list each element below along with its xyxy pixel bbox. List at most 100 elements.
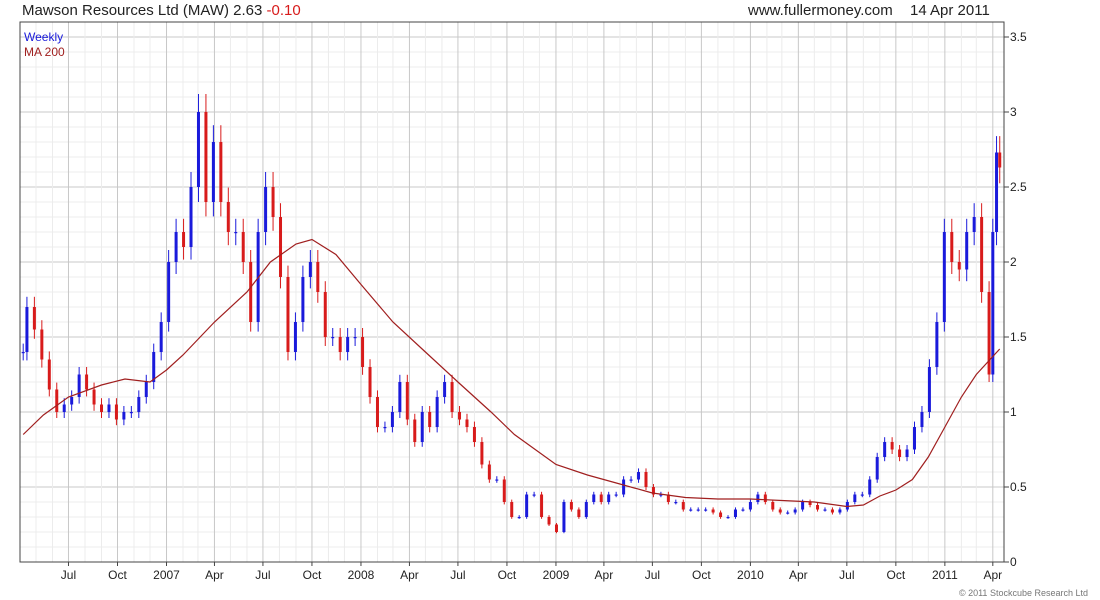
price-bar: [167, 262, 171, 322]
x-tick-label: Oct: [887, 568, 906, 582]
price-bar: [778, 509, 782, 513]
price-bar: [144, 382, 148, 397]
x-tick-label: 2011: [932, 568, 958, 582]
price-bar: [771, 502, 775, 510]
y-tick-label: 0: [1010, 555, 1017, 569]
price-bar: [55, 389, 59, 412]
price-bar: [21, 352, 25, 354]
price-bar: [450, 382, 454, 412]
price-bar: [196, 112, 200, 187]
price-bar: [189, 187, 193, 247]
price-bar: [174, 232, 178, 262]
price-bar: [368, 367, 372, 397]
price-bar: [584, 502, 588, 517]
price-bar: [301, 277, 305, 322]
price-bar: [719, 512, 723, 517]
price-bar: [763, 494, 767, 502]
price-bar: [204, 112, 208, 202]
price-bar: [502, 479, 506, 502]
price-bar: [241, 232, 245, 262]
price-bar: [540, 494, 544, 517]
price-bar: [353, 337, 357, 339]
price-bar: [868, 479, 872, 495]
x-tick-label: Oct: [303, 568, 322, 582]
price-bar: [830, 509, 834, 513]
price-bar: [614, 494, 618, 496]
price-bar: [85, 374, 89, 390]
legend-weekly: Weekly: [24, 30, 63, 44]
price-chart: 0 0.5 1 1.5 2 2.5 3 3.5 Jul Oct 2007 Apr Jul Oct 2008…: [19, 21, 1088, 598]
price-bar: [211, 142, 215, 202]
x-tick-label: 2007: [153, 568, 180, 582]
price-bar: [323, 292, 327, 337]
price-bar: [226, 202, 230, 232]
price-bar: [293, 322, 297, 352]
copyright: © 2011 Stockcube Research Ltd: [959, 588, 1088, 598]
x-axis: Jul Oct 2007 Apr Jul Oct 2008 Apr Jul Oct 2009 Apr J…: [61, 562, 1002, 582]
x-tick-label: Apr: [400, 568, 419, 582]
price-bar: [428, 412, 432, 427]
price-bar: [70, 397, 74, 405]
x-tick-label: Jul: [255, 568, 270, 582]
price-bar: [487, 464, 491, 480]
price-bar: [308, 262, 312, 277]
price-bar: [390, 412, 394, 427]
price-bar: [860, 494, 864, 496]
y-tick-label: 3: [1010, 105, 1017, 119]
x-tick-label: Jul: [61, 568, 76, 582]
price-bar: [219, 142, 223, 202]
x-tick-label: 2008: [348, 568, 375, 582]
price-bar: [793, 509, 797, 513]
price-bar: [182, 232, 186, 247]
price-bar: [62, 404, 66, 412]
price-bar: [286, 277, 290, 352]
price-bar: [927, 367, 931, 412]
price-bar: [898, 449, 902, 457]
price-bar: [331, 337, 335, 339]
y-tick-label: 3.5: [1010, 30, 1027, 44]
price-bar: [346, 337, 350, 352]
price-bar: [689, 509, 693, 511]
price-bar: [622, 479, 626, 495]
price-bar: [47, 359, 51, 390]
price-bar: [883, 442, 887, 457]
price-bar: [674, 502, 678, 504]
price-bar: [465, 419, 469, 427]
price-bar: [733, 509, 737, 517]
price-bar: [801, 502, 805, 510]
price-bar: [420, 412, 424, 442]
price-bar: [25, 307, 29, 352]
price-bar: [998, 152, 1002, 168]
x-tick-label: Jul: [839, 568, 854, 582]
price-bar: [935, 322, 939, 367]
y-tick-label: 1: [1010, 405, 1017, 419]
price-bar: [711, 509, 715, 513]
price-bar: [853, 494, 857, 502]
legend-ma200: MA 200: [24, 45, 65, 59]
price-bar: [905, 449, 909, 457]
price-bar: [547, 517, 551, 525]
price-bar: [92, 389, 96, 405]
x-tick-label: 2009: [543, 568, 570, 582]
price-bar: [629, 479, 633, 481]
price-bar: [32, 307, 36, 330]
price-bar: [271, 187, 275, 217]
x-tick-label: Jul: [645, 568, 660, 582]
price-bar: [40, 329, 44, 360]
price-bar: [991, 232, 995, 375]
price-bar: [957, 262, 961, 270]
price-bar: [443, 382, 447, 397]
x-tick-label: Apr: [983, 568, 1002, 582]
price-bar: [592, 494, 596, 502]
price-bar: [525, 494, 529, 517]
price-bar: [980, 217, 984, 292]
y-tick-label: 2.5: [1010, 180, 1027, 194]
price-bar: [786, 512, 790, 514]
price-bar: [152, 352, 156, 382]
price-bar: [100, 404, 104, 412]
price-bar: [950, 232, 954, 262]
price-bar: [316, 262, 320, 292]
price-bar: [912, 427, 916, 450]
price-bar: [942, 232, 946, 322]
x-tick-label: Oct: [108, 568, 127, 582]
